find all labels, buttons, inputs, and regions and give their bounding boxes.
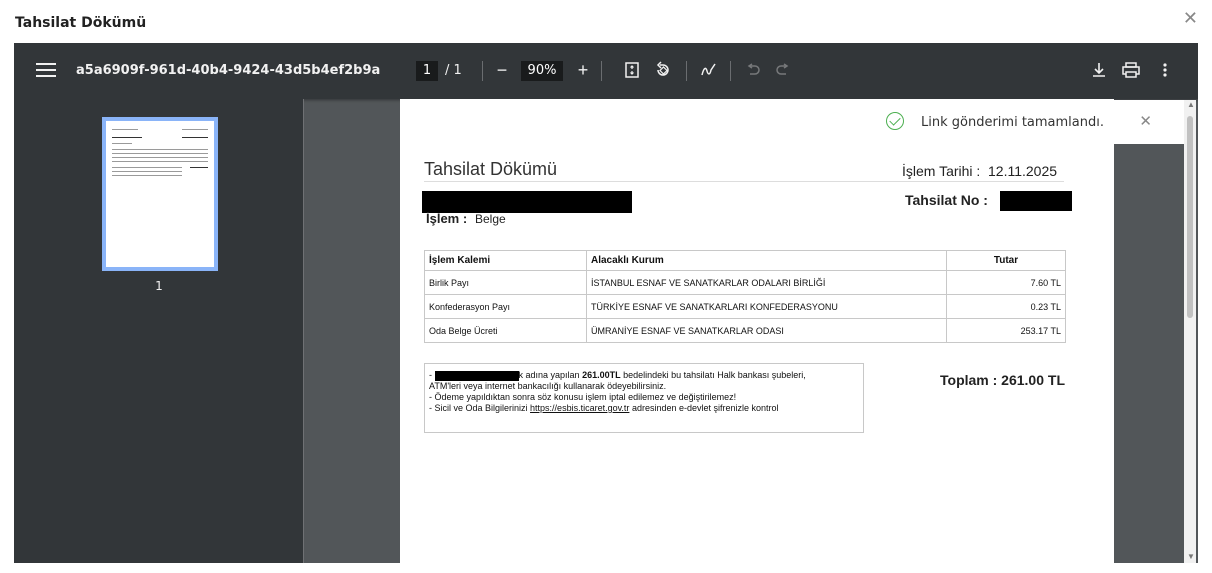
zoom-in-button[interactable]: + (570, 57, 596, 83)
check-circle-icon (886, 112, 904, 130)
zoom-level-input[interactable]: 90% (521, 61, 563, 81)
redacted-name (422, 191, 632, 213)
dialog-title: Tahsilat Dökümü (15, 15, 147, 31)
header-tutar: Tutar (946, 250, 1066, 271)
cell-kalem: Birlik Payı (424, 270, 587, 295)
table-header-row: İşlem Kalemi Alacaklı Kurum Tutar (424, 250, 1066, 271)
redo-icon[interactable] (770, 57, 796, 83)
islem-value: Belge (475, 212, 506, 226)
scroll-up-arrow-icon[interactable]: ▲ (1187, 100, 1195, 109)
page-number-input[interactable]: 1 (416, 61, 438, 81)
note-line-3: - Ödeme yapıldıktan sonra söz konusu işl… (429, 392, 737, 402)
page-total: / 1 (445, 63, 462, 78)
toolbar-divider (601, 61, 602, 81)
toolbar-divider (686, 61, 687, 81)
cell-kurum: ÜMRANİYE ESNAF VE SANATKARLAR ODASI (586, 318, 947, 343)
cell-kalem: Oda Belge Ücreti (424, 318, 587, 343)
page-thumbnail[interactable] (102, 117, 218, 271)
download-icon[interactable] (1086, 57, 1112, 83)
cell-kurum: TÜRKİYE ESNAF VE SANATKARLARI KONFEDERAS… (586, 294, 947, 319)
notes-box: - k adına yapılan 261.00TL bedelindeki b… (424, 363, 864, 433)
header-islem-kalemi: İşlem Kalemi (424, 250, 587, 271)
table-row: Konfederasyon Payı TÜRKİYE ESNAF VE SANA… (424, 294, 1066, 319)
scroll-thumb[interactable] (1187, 116, 1193, 318)
cell-tutar: 0.23 TL (946, 294, 1066, 319)
annotate-pen-icon[interactable] (696, 57, 722, 83)
cell-kalem: Konfederasyon Payı (424, 294, 587, 319)
success-toast: Link gönderimi tamamlandı. ✕ (856, 100, 1186, 144)
file-name: a5a6909f-961d-40b4-9424-43d5b4ef2b9a (76, 63, 381, 78)
thumbnail-page-number: 1 (155, 279, 163, 293)
date-value: 12.11.2025 (988, 163, 1058, 179)
cell-kurum: İSTANBUL ESNAF VE SANATKARLAR ODALARI Bİ… (586, 270, 947, 295)
date-label: İşlem Tarihi : (902, 163, 981, 179)
zoom-out-button[interactable]: − (489, 57, 515, 83)
scroll-down-arrow-icon[interactable]: ▼ (1187, 552, 1195, 561)
note-line-2: ATM'leri veya internet bankacılığı kulla… (429, 381, 667, 391)
items-table: İşlem Kalemi Alacaklı Kurum Tutar Birlik… (424, 250, 1066, 343)
table-row: Oda Belge Ücreti ÜMRANİYE ESNAF VE SANAT… (424, 318, 1066, 343)
title-divider (424, 181, 1064, 182)
tahsilat-no-label: Tahsilat No : (905, 192, 988, 208)
rotate-icon[interactable] (650, 57, 676, 83)
islem-label: İşlem : (426, 211, 468, 226)
print-icon[interactable] (1118, 57, 1144, 83)
document-title: Tahsilat Dökümü (424, 159, 558, 179)
esbis-link[interactable]: https://esbis.ticaret.gov.tr (530, 403, 629, 413)
dialog-close-icon[interactable]: ✕ (1183, 8, 1198, 29)
note-line-4: - Sicil ve Oda Bilgilerinizi https://esb… (429, 403, 779, 413)
total-amount: Toplam : 261.00 TL (940, 372, 1065, 388)
pdf-toolbar: a5a6909f-961d-40b4-9424-43d5b4ef2b9a 1 /… (14, 43, 1198, 99)
dialog: Tahsilat Dökümü ✕ a5a6909f-961d-40b4-942… (0, 0, 1212, 573)
redacted-payer (434, 370, 519, 381)
table-row: Birlik Payı İSTANBUL ESNAF VE SANATKARLA… (424, 270, 1066, 295)
header-alacakli-kurum: Alacaklı Kurum (586, 250, 947, 271)
cell-tutar: 253.17 TL (946, 318, 1066, 343)
vertical-scrollbar[interactable]: ▲ ▼ (1184, 100, 1196, 563)
redacted-tahsilat-no (1000, 191, 1072, 211)
more-vert-icon[interactable] (1152, 57, 1178, 83)
toast-message: Link gönderimi tamamlandı. (921, 115, 1104, 130)
note-line-1: - k adına yapılan 261.00TL bedelindeki b… (429, 370, 806, 381)
undo-icon[interactable] (740, 57, 766, 83)
cell-tutar: 7.60 TL (946, 270, 1066, 295)
thumbnail-sidebar: 1 (14, 99, 304, 563)
toolbar-divider (482, 61, 483, 81)
hamburger-menu-icon[interactable] (36, 59, 56, 81)
toolbar-divider (730, 61, 731, 81)
pdf-page: Tahsilat Dökümü İşlem Tarihi : 12.11.202… (400, 99, 1114, 563)
toast-close-icon[interactable]: ✕ (1139, 112, 1152, 130)
fit-to-page-icon[interactable] (619, 57, 645, 83)
